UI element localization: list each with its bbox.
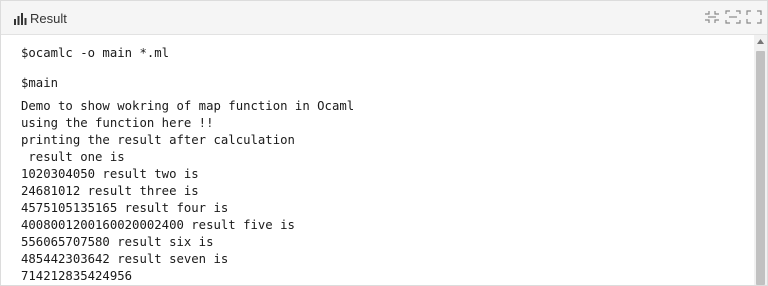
collapse-icon[interactable] (704, 10, 720, 24)
output-line: 1020304050 result two is (21, 167, 199, 181)
output-line: 4008001200160020002400 result five is (21, 218, 295, 232)
output-line: result one is (21, 150, 125, 164)
output-line: using the function here !! (21, 116, 214, 130)
result-panel: Result $ocamlc -o main *.ml $main Demo t… (0, 0, 768, 286)
output-line: 485442303642 result seven is (21, 252, 229, 266)
scrollbar-thumb[interactable] (756, 51, 765, 285)
output-line: 24681012 result three is (21, 184, 199, 198)
bar-chart-icon (13, 12, 27, 25)
compile-command: $ocamlc -o main *.ml (21, 46, 170, 60)
expand-icon[interactable] (725, 10, 741, 24)
panel-title-group: Result (13, 9, 67, 27)
panel-header: Result (1, 1, 767, 35)
output-line: printing the result after calculation (21, 133, 295, 147)
scroll-up-icon[interactable] (754, 35, 767, 47)
fullscreen-icon[interactable] (746, 10, 762, 24)
output-line: Demo to show wokring of map function in … (21, 99, 355, 113)
output-line: 714212835424956 (21, 269, 133, 283)
terminal-output: $ocamlc -o main *.ml $main Demo to show … (1, 35, 754, 285)
vertical-scrollbar[interactable] (754, 35, 767, 285)
output-line: 556065707580 result six is (21, 235, 214, 249)
panel-header-actions (704, 10, 762, 24)
run-command: $main (21, 76, 59, 90)
output-line: 4575105135165 result four is (21, 201, 229, 215)
panel-title: Result (30, 10, 67, 26)
